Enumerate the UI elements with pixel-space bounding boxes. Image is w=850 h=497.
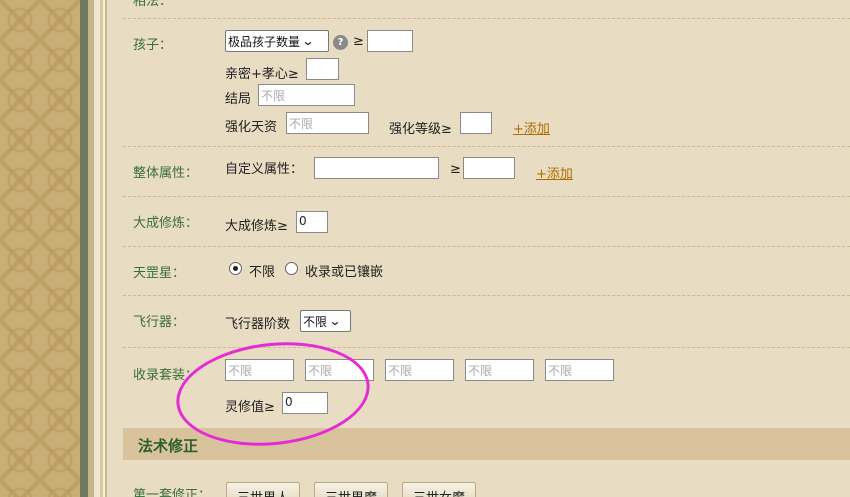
row-label-xiangfa: 相法：	[133, 0, 173, 9]
help-icon[interactable]: ?	[333, 35, 348, 50]
preset-button-3[interactable]: 三世女魔	[402, 482, 477, 497]
chevron-down-icon: ⌄	[301, 34, 315, 48]
row-label-overall: 整体属性：	[133, 166, 199, 181]
aircraft-level-select-value: 不限	[303, 314, 328, 329]
row-label-tiangang: 天罡星：	[133, 266, 186, 281]
section-title: 法术修正	[138, 437, 199, 455]
ending-label: 结局	[225, 92, 252, 107]
suit-input-2[interactable]: 不限	[305, 359, 374, 381]
section-header-bar	[123, 428, 850, 460]
level-label: 强化等级≥	[389, 122, 452, 137]
radio-unlimited-label: 不限	[249, 265, 276, 280]
overall-add-link[interactable]: +添加	[536, 163, 573, 182]
ge-symbol: ≥	[353, 34, 364, 49]
dacheng-field-label: 大成修炼≥	[225, 219, 288, 234]
row-divider	[123, 18, 850, 19]
ending-input[interactable]: 不限	[258, 84, 355, 106]
radio-collected[interactable]	[285, 262, 298, 275]
row-label-dacheng: 大成修炼：	[133, 216, 199, 231]
aircraft-field-label: 飞行器阶数	[225, 317, 291, 332]
row-divider	[123, 295, 850, 296]
suit-input-1[interactable]: 不限	[225, 359, 294, 381]
child-type-select[interactable]: 极品孩子数量 ⌄	[225, 30, 329, 52]
lingxiu-label: 灵修值≥	[225, 400, 275, 415]
custom-attr-value-input[interactable]	[463, 157, 515, 179]
talent-input[interactable]: 不限	[286, 112, 369, 134]
row-divider	[123, 196, 850, 197]
aircraft-level-select[interactable]: 不限 ⌄	[300, 310, 351, 332]
custom-attr-label: 自定义属性：	[225, 162, 304, 177]
custom-attr-input[interactable]	[314, 157, 439, 179]
row-label-child: 孩子：	[133, 38, 173, 53]
child-add-link[interactable]: +添加	[513, 118, 550, 137]
frame-edge	[105, 0, 107, 497]
frame-edge	[80, 0, 88, 497]
preset-button-1[interactable]: 三世男人	[226, 482, 301, 497]
child-count-input[interactable]	[367, 30, 413, 52]
intimacy-label: 亲密+孝心≥	[225, 67, 299, 82]
suit-input-5[interactable]: 不限	[545, 359, 614, 381]
row-divider	[123, 347, 850, 348]
radio-unlimited[interactable]	[229, 262, 242, 275]
lingxiu-input[interactable]: 0	[282, 392, 328, 414]
preset-button-2[interactable]: 三世男魔	[314, 482, 389, 497]
intimacy-input[interactable]	[306, 58, 339, 80]
child-type-select-value: 极品孩子数量	[228, 34, 301, 49]
decorative-pattern-strip	[0, 0, 80, 497]
radio-collected-label: 收录或已镶嵌	[305, 265, 384, 280]
row-divider	[123, 246, 850, 247]
row-label-first-fix: 第一套修正：	[133, 488, 212, 497]
row-label-suit: 收录套装：	[133, 368, 199, 383]
row-label-aircraft: 飞行器：	[133, 315, 186, 330]
suit-input-3[interactable]: 不限	[385, 359, 454, 381]
row-divider	[123, 146, 850, 147]
suit-input-4[interactable]: 不限	[465, 359, 534, 381]
ge-symbol: ≥	[450, 162, 461, 177]
dacheng-input[interactable]: 0	[296, 211, 328, 233]
chevron-down-icon: ⌄	[328, 314, 342, 328]
level-input[interactable]	[460, 112, 492, 134]
talent-label: 强化天资	[225, 120, 278, 135]
